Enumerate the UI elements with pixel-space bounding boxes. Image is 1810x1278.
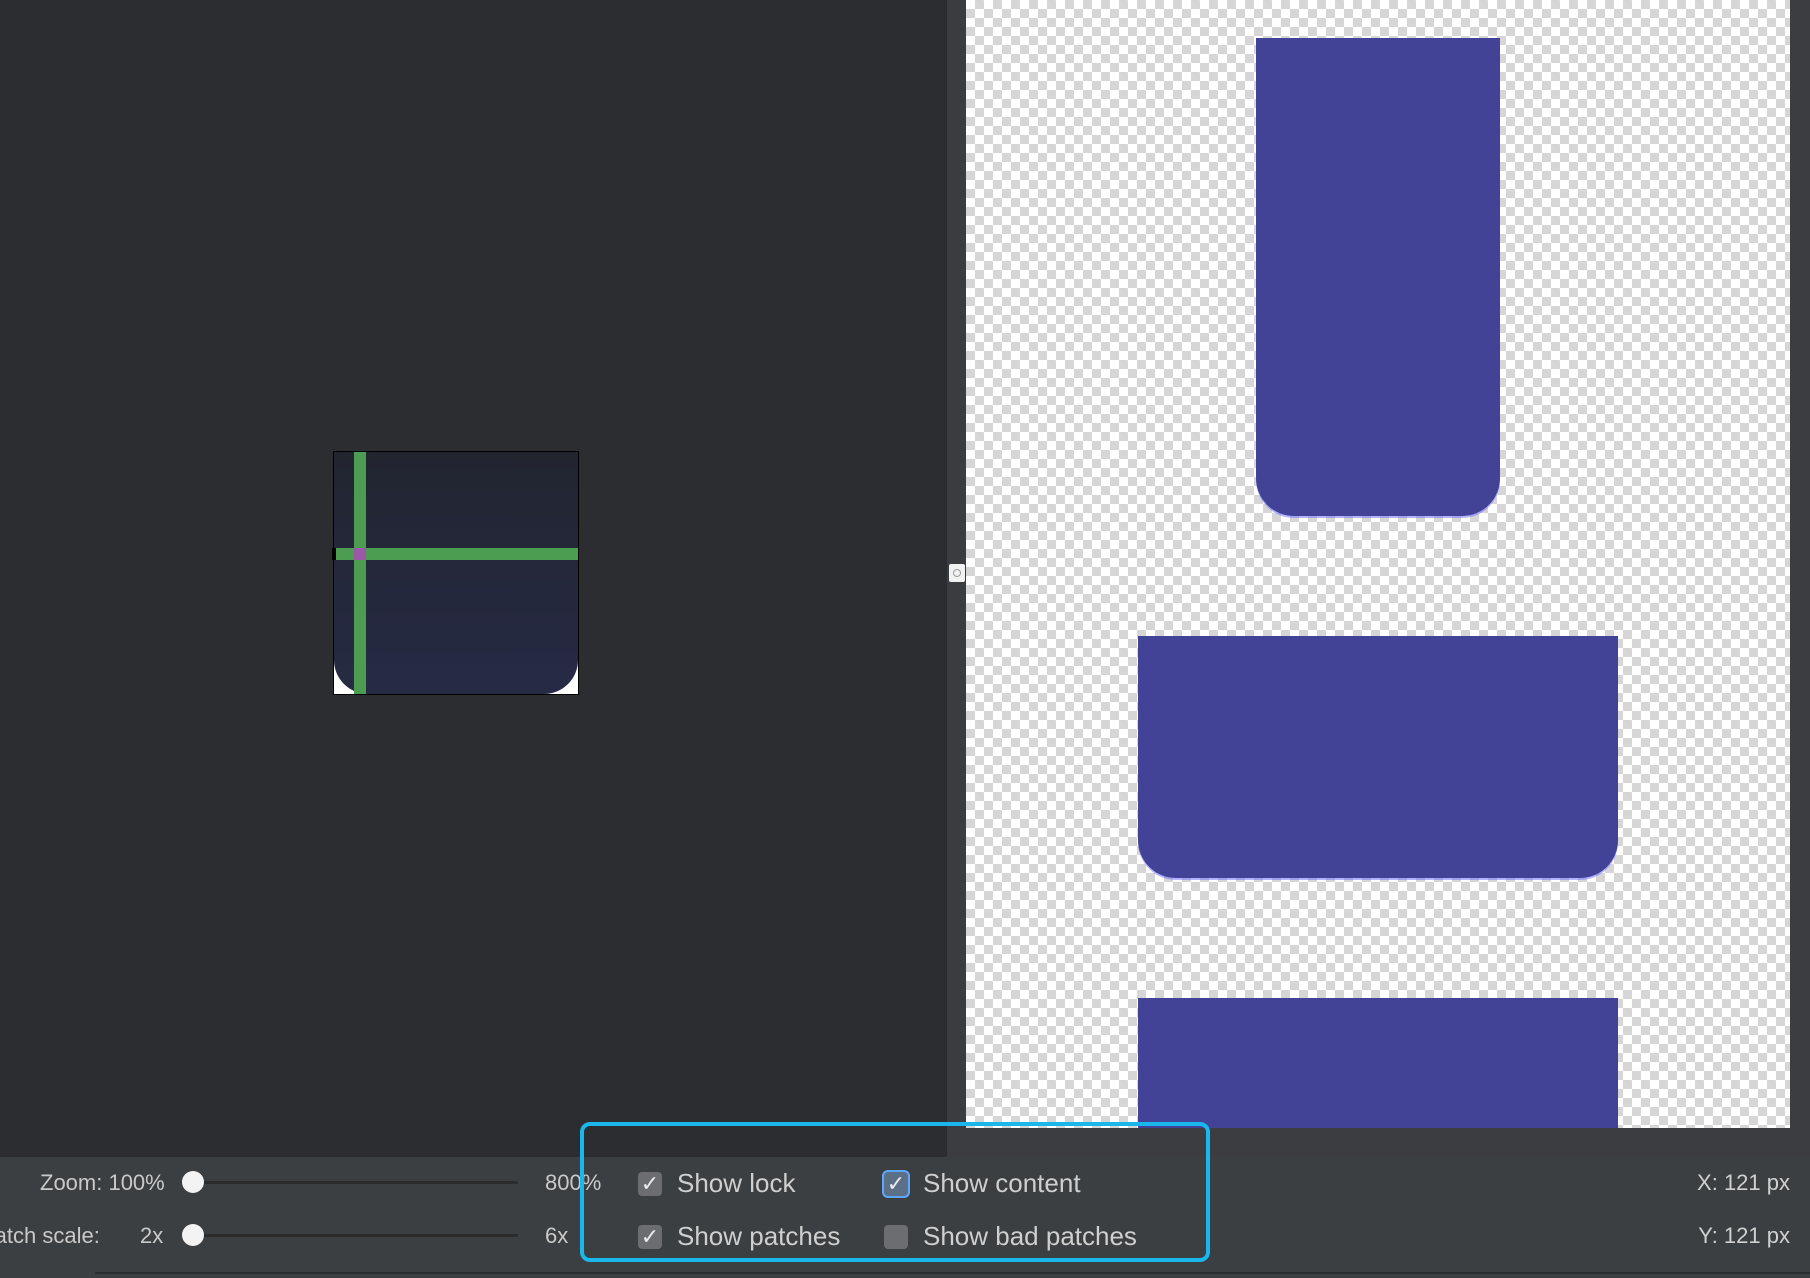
both-stretch-preview bbox=[1138, 998, 1618, 1128]
bottom-divider bbox=[95, 1272, 1810, 1274]
nine-patch-image[interactable] bbox=[332, 451, 579, 695]
horizontal-stretch-preview bbox=[1138, 636, 1618, 878]
patch-scale-slider-thumb[interactable] bbox=[182, 1224, 204, 1246]
nine-patch-editor-canvas[interactable] bbox=[0, 0, 947, 1157]
patch-intersection bbox=[354, 548, 366, 560]
splitter-handle-icon[interactable] bbox=[949, 564, 965, 582]
zoom-label: Zoom: 100% bbox=[40, 1170, 165, 1195]
patch-scale-min-label: 2x bbox=[140, 1223, 164, 1248]
patch-scale-max-label: 6x bbox=[545, 1223, 569, 1248]
zoom-slider-thumb[interactable] bbox=[182, 1171, 204, 1193]
patch-scale-label: Patch scale: bbox=[0, 1223, 100, 1248]
x-coordinate: X: 121 px bbox=[1697, 1170, 1790, 1195]
patch-scale-slider-track[interactable] bbox=[190, 1234, 518, 1237]
stretch-preview-pane bbox=[966, 0, 1790, 1128]
vertical-stretch-preview bbox=[1256, 38, 1500, 516]
options-highlight-box bbox=[580, 1122, 1210, 1262]
y-coordinate: Y: 121 px bbox=[1698, 1223, 1790, 1248]
patch-marker bbox=[332, 548, 336, 560]
horizontal-stretch-guide[interactable] bbox=[334, 548, 578, 560]
vertical-stretch-guide[interactable] bbox=[354, 452, 366, 694]
image-content bbox=[334, 452, 578, 694]
zoom-slider-track[interactable] bbox=[190, 1181, 518, 1184]
